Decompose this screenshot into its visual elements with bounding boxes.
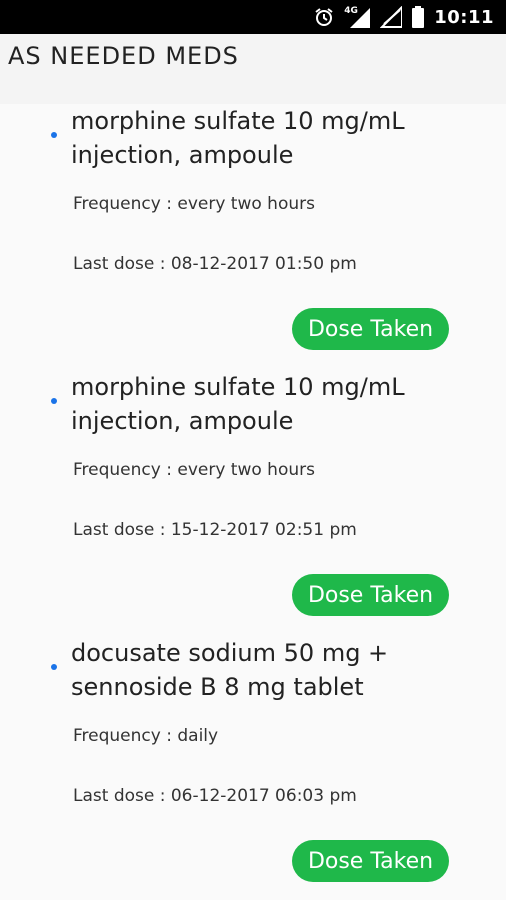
page-title: AS NEEDED MEDS — [8, 42, 239, 70]
status-bar: 4G 10:11 — [0, 0, 506, 34]
bullet-dot-icon — [51, 132, 57, 138]
dose-taken-button[interactable]: Dose Taken — [292, 574, 449, 616]
meds-list[interactable]: morphine sulfate 10 mg/mL injection, amp… — [0, 102, 506, 900]
med-last-dose: Last dose : 06-12-2017 06:03 pm — [73, 786, 357, 806]
med-last-dose: Last dose : 08-12-2017 01:50 pm — [73, 254, 357, 274]
med-list-item: docusate sodium 50 mg + sennoside B 8 mg… — [0, 634, 506, 900]
med-frequency: Frequency : every two hours — [73, 194, 315, 214]
dose-taken-button[interactable]: Dose Taken — [292, 308, 449, 350]
med-last-dose: Last dose : 15-12-2017 02:51 pm — [73, 520, 357, 540]
med-name: morphine sulfate 10 mg/mL injection, amp… — [71, 373, 405, 435]
bullet-dot-icon — [51, 664, 57, 670]
bullet-dot-icon — [51, 398, 57, 404]
med-list-item: morphine sulfate 10 mg/mL injection, amp… — [0, 368, 506, 634]
med-list-item: morphine sulfate 10 mg/mL injection, amp… — [0, 102, 506, 368]
app-header: AS NEEDED MEDS — [0, 34, 506, 104]
med-frequency: Frequency : every two hours — [73, 460, 315, 480]
battery-icon — [412, 6, 425, 28]
med-name: docusate sodium 50 mg + sennoside B 8 mg… — [71, 639, 389, 701]
med-frequency: Frequency : daily — [73, 726, 219, 746]
status-time: 10:11 — [434, 6, 494, 28]
med-name: morphine sulfate 10 mg/mL injection, amp… — [71, 107, 405, 169]
no-signal-icon — [380, 6, 403, 28]
4g-signal-icon: 4G — [344, 6, 371, 28]
dose-taken-button[interactable]: Dose Taken — [292, 840, 449, 882]
alarm-clock-icon — [314, 7, 334, 27]
